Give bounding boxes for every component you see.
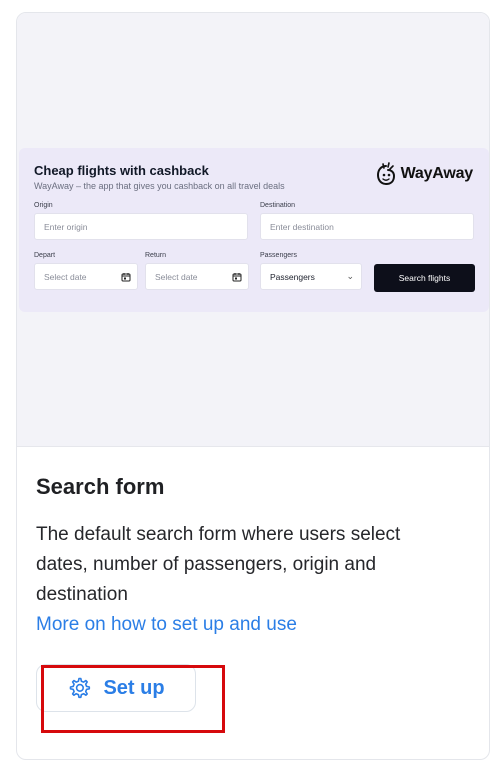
return-label: Return: [145, 252, 167, 259]
card-title: Search form: [36, 474, 165, 499]
card-description: The default search form where users sele…: [36, 524, 401, 605]
search-widget: Cheap flights with cashback WayAway – th…: [19, 148, 489, 312]
wayaway-logo: WayAway: [375, 162, 473, 186]
calendar-icon: [232, 273, 242, 282]
destination-label: Destination: [260, 202, 296, 209]
widget-preview: Cheap flights with cashback WayAway – th…: [17, 13, 489, 447]
origin-label: Origin: [34, 202, 53, 209]
wayaway-mascot-icon: [376, 162, 395, 186]
search-form-card: Cheap flights with cashback WayAway – th…: [16, 12, 490, 760]
return-placeholder: Select date: [155, 271, 198, 282]
destination-input[interactable]: Enter destination: [260, 213, 474, 240]
depart-placeholder: Select date: [44, 271, 87, 282]
widget-title: Cheap flights with cashback: [34, 163, 209, 178]
gear-icon: [70, 677, 91, 699]
setup-button-label: Set up: [103, 676, 165, 699]
origin-input[interactable]: Enter origin: [34, 213, 248, 240]
calendar-icon: [121, 273, 131, 282]
depart-label: Depart: [34, 252, 56, 259]
widget-subtitle: WayAway – the app that gives you cashbac…: [34, 181, 285, 191]
passengers-select[interactable]: Passengers ⌄: [260, 263, 362, 290]
depart-date-input[interactable]: Select date: [34, 263, 138, 290]
chevron-down-icon: ⌄: [346, 271, 354, 281]
search-flights-button[interactable]: Search flights: [374, 264, 475, 292]
setup-button[interactable]: Set up: [36, 664, 196, 712]
passengers-value: Passengers: [270, 271, 315, 282]
passengers-label: Passengers: [260, 252, 297, 259]
return-date-input[interactable]: Select date: [145, 263, 249, 290]
brand-name: WayAway: [400, 165, 474, 182]
more-info-link[interactable]: More on how to set up and use: [36, 610, 297, 640]
